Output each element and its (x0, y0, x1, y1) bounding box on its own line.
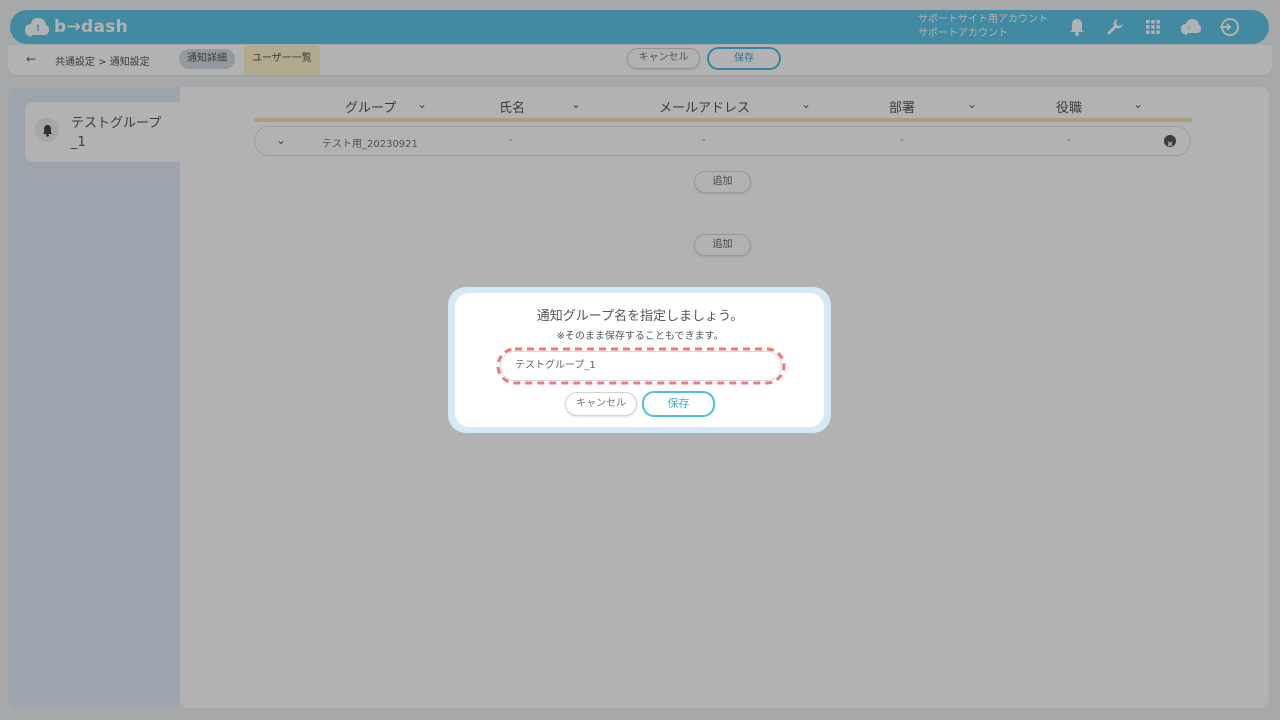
dialog-title: 通知グループ名を指定しましょう。 (536, 309, 744, 324)
dialog-save-button[interactable]: 保存 (642, 391, 715, 417)
dialog-cancel-button[interactable]: キャンセル (565, 392, 637, 416)
highlight-dashed-outline (496, 347, 786, 385)
dialog-subtitle: ※そのまま保存することもできます。 (556, 331, 724, 342)
